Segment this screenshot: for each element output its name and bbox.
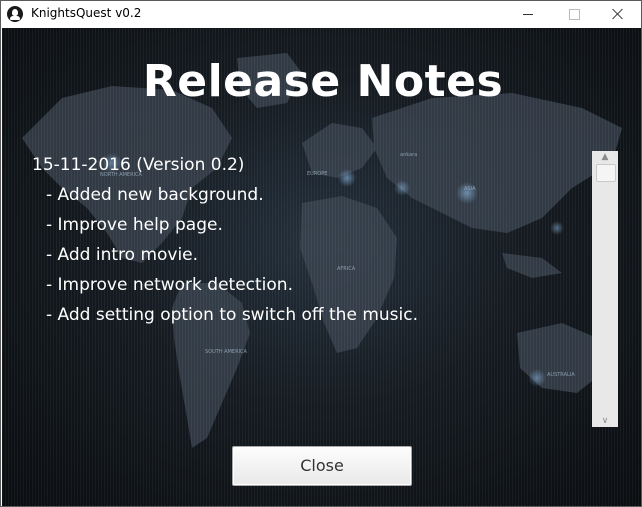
release-notes-text: 15-11-2016 (Version 0.2) - Added new bac… (32, 150, 582, 426)
note-item: - Add setting option to switch off the m… (46, 305, 418, 325)
close-icon (612, 8, 624, 20)
content-area: NORTH AMERICA SOUTH AMERICA EUROPE AFRIC… (2, 28, 641, 506)
release-date-line: 15-11-2016 (Version 0.2) (32, 155, 245, 175)
maximize-button[interactable] (551, 1, 597, 27)
page-title: Release Notes (142, 56, 504, 107)
note-item: - Added new background. (46, 185, 264, 205)
note-item: - Add intro movie. (46, 245, 199, 265)
note-item: - Improve network detection. (46, 275, 293, 295)
app-window: KnightsQuest v0.2 NORTH AMERICA SOUTH AM… (0, 0, 642, 507)
close-button[interactable]: Close (232, 446, 412, 486)
title-bar[interactable]: KnightsQuest v0.2 (1, 1, 641, 27)
chevron-up-icon[interactable]: ▲ (592, 151, 618, 163)
chevron-down-icon[interactable]: ∨ (592, 415, 618, 427)
vertical-scrollbar[interactable]: ▲ ∨ (592, 151, 618, 427)
maximize-icon (568, 8, 580, 20)
knight-icon (7, 6, 23, 22)
minimize-button[interactable] (505, 1, 551, 27)
close-window-button[interactable] (595, 1, 641, 27)
minimize-icon (523, 13, 533, 15)
note-item: - Improve help page. (46, 215, 223, 235)
scroll-thumb[interactable] (596, 164, 616, 182)
window-title: KnightsQuest v0.2 (31, 6, 142, 20)
